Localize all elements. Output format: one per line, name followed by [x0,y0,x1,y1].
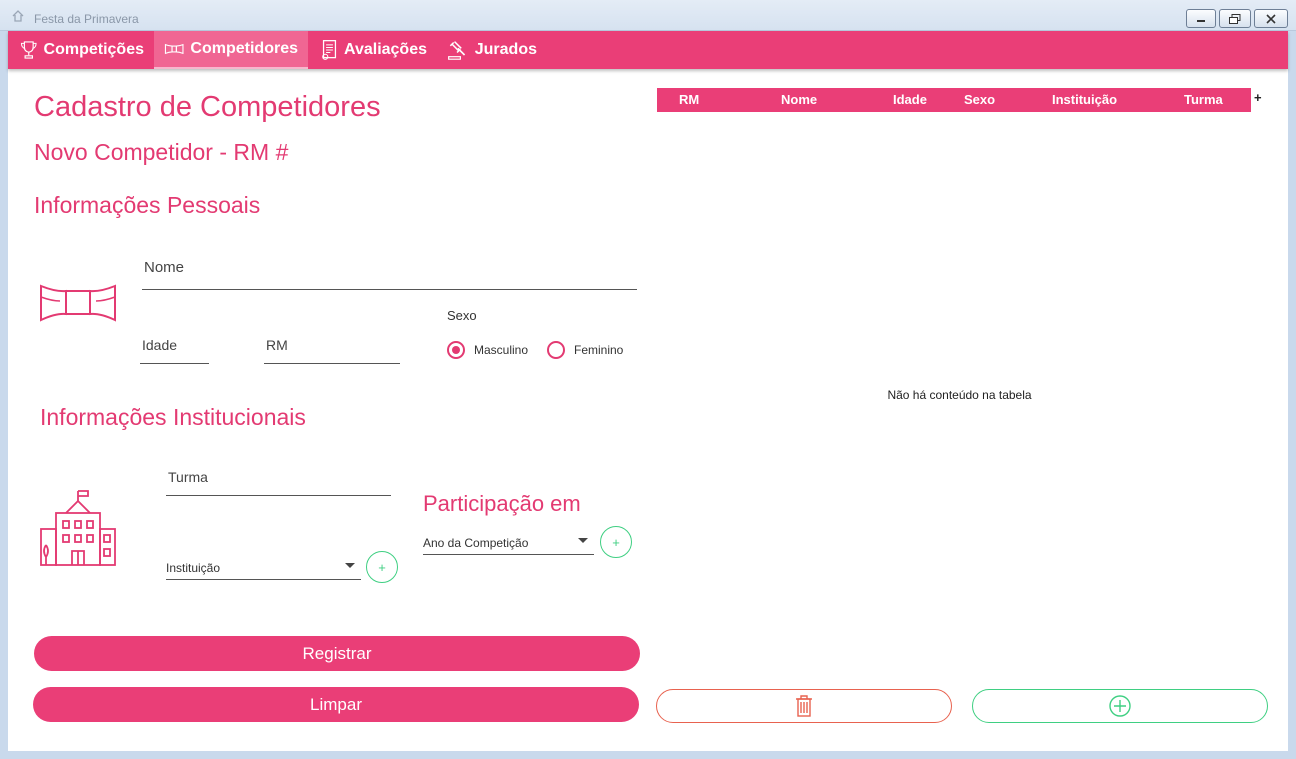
window-titlebar: Festa da Primavera [0,0,1296,31]
tab-label: Competidores [190,40,298,57]
restore-icon [1229,13,1241,24]
main-window: Competições Competidores Avaliações Jura… [8,31,1288,751]
turma-input[interactable] [166,469,391,485]
tab-label: Competições [43,41,144,58]
column-menu-button[interactable]: + [1254,90,1262,105]
instituicao-placeholder: Instituição [166,561,221,575]
clear-button[interactable]: Limpar [33,687,639,722]
clear-label: Limpar [310,694,362,714]
register-label: Registrar [302,643,372,663]
bowtie-icon [164,43,184,55]
radio-label: Feminino [574,343,624,357]
plus-circle-icon [1109,695,1131,717]
nome-input[interactable] [142,259,637,276]
dropdown-caret-icon [345,563,355,568]
rm-input[interactable] [264,337,400,353]
app-icon [12,10,24,22]
radio-circle [547,341,565,359]
instituicao-select[interactable]: Instituição [166,558,361,580]
tab-avaliacoes[interactable]: Avaliações [311,31,437,69]
tab-competidores[interactable]: Competidores [154,31,308,69]
minimize-button[interactable] [1186,9,1216,28]
turma-field[interactable] [166,469,391,496]
column-nome[interactable]: Nome [781,92,817,107]
section-institutional-heading: Informações Institucionais [40,404,306,430]
idade-field[interactable] [140,337,209,364]
rm-field[interactable] [264,337,400,364]
tab-label: Jurados [474,41,537,58]
tab-label: Avaliações [343,41,427,58]
add-ano-button[interactable]: + [600,526,632,558]
tab-jurados[interactable]: Jurados [437,31,547,69]
plus-icon: + [378,559,386,575]
radio-masculino[interactable]: Masculino [447,341,528,359]
add-competitor-button[interactable] [972,689,1268,723]
dropdown-caret-icon [578,538,588,543]
plus-icon: + [612,534,620,550]
column-turma[interactable]: Turma [1184,92,1223,107]
column-instituicao[interactable]: Instituição [1052,92,1117,107]
close-icon [1266,13,1276,24]
section-participation-heading: Participação em [423,491,581,516]
gavel-icon [448,41,466,60]
column-rm[interactable]: RM [679,92,699,107]
school-building-icon [40,490,116,566]
column-idade[interactable]: Idade [893,92,927,107]
radio-circle [447,341,465,359]
table-empty-message: Não há conteúdo na tabela [887,388,1032,402]
column-sexo[interactable]: Sexo [964,92,995,107]
trash-icon [796,695,812,717]
document-icon [322,40,337,60]
window-title: Festa da Primavera [34,12,139,26]
add-instituicao-button[interactable]: + [366,551,398,583]
bowtie-icon [40,284,116,322]
idade-input[interactable] [140,337,209,353]
restore-button[interactable] [1219,9,1251,28]
ano-competicao-select[interactable]: Ano da Competição [423,533,594,555]
tab-competicoes[interactable]: Competições [10,31,154,69]
nome-field[interactable] [142,259,637,290]
radio-label: Masculino [474,343,529,357]
trophy-icon [20,41,37,59]
sexo-label: Sexo [447,308,477,323]
minimize-icon [1197,19,1205,22]
register-button[interactable]: Registrar [34,636,640,671]
section-personal-heading: Informações Pessoais [34,192,261,218]
top-navbar: Competições Competidores Avaliações Jura… [8,31,1288,69]
page-title: Cadastro de Competidores [34,91,381,123]
delete-button[interactable] [656,689,952,723]
radio-feminino[interactable]: Feminino [547,341,623,359]
close-window-button[interactable] [1254,9,1288,28]
table-header: RM Nome Idade Sexo Instituição Turma [657,88,1251,112]
form-subtitle: Novo Competidor - RM # [34,139,289,165]
ano-placeholder: Ano da Competição [423,536,529,550]
